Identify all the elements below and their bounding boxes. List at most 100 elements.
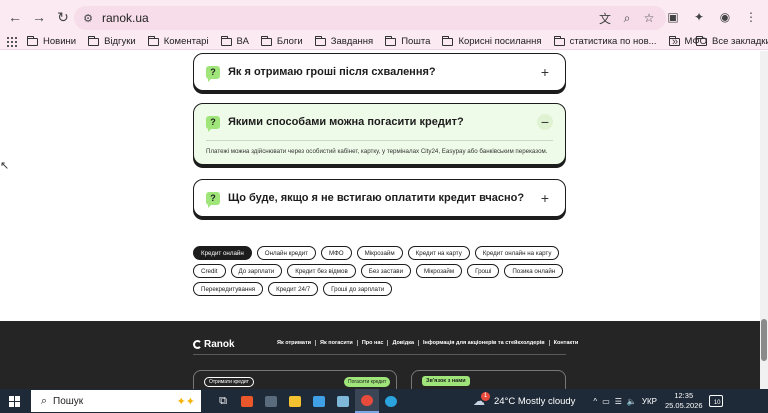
tag-kredyt-onlain-na-kartu[interactable]: Кредит онлайн на карту bbox=[474, 246, 560, 260]
search-highlight-icon: ✦✦ bbox=[176, 395, 195, 408]
forward-arrow-icon[interactable]: → bbox=[28, 6, 50, 28]
tag-kredyt-bez-vidmov[interactable]: Кредит без відмов bbox=[287, 264, 356, 278]
faq-question: Якими способами можна погасити кредит? bbox=[228, 116, 464, 128]
taskbar-search-input[interactable]: ⌕ Пошук ✦✦ bbox=[31, 390, 201, 412]
scrollbar-thumb[interactable] bbox=[761, 319, 767, 361]
zoom-icon[interactable]: ⌕ bbox=[618, 11, 636, 26]
bookmark-item[interactable]: Новини bbox=[27, 35, 76, 47]
browser-toolbar: ← → ↻ ⚙ ranok.ua 文 ⌕ ☆ ▣ ✦ ◉ ⋮ bbox=[0, 0, 768, 34]
reload-icon[interactable]: ↻ bbox=[52, 6, 74, 28]
tag-groshi-do-zarplaty[interactable]: Гроші до зарплати bbox=[323, 282, 393, 296]
repay-credit-button[interactable]: Погасити кредит bbox=[344, 377, 391, 387]
contact-us-badge[interactable]: Зв'язок з нами bbox=[422, 376, 470, 386]
tag-onlain-kredyt[interactable]: Онлайн кредит bbox=[256, 246, 316, 260]
question-bubble-icon: ? bbox=[206, 191, 220, 208]
tag-kredyt-24-7[interactable]: Кредит 24/7 bbox=[268, 282, 319, 296]
tag-do-zarplaty[interactable]: До зарплати bbox=[230, 264, 283, 278]
chrome-app-icon[interactable] bbox=[355, 389, 379, 413]
language-indicator[interactable]: УКР bbox=[642, 397, 657, 406]
footer-link[interactable]: Довідка bbox=[388, 340, 420, 346]
bookmark-item[interactable]: Завдання bbox=[314, 35, 373, 47]
faq-item-open[interactable]: ? Якими способами можна погасити кредит?… bbox=[193, 103, 566, 165]
footer-logo[interactable]: Ranok bbox=[193, 339, 235, 350]
faq-answer: Платежі можна здійснювати через особисти… bbox=[206, 148, 548, 155]
profile-icon[interactable]: ◉ bbox=[714, 6, 736, 28]
expand-plus-icon[interactable]: + bbox=[537, 64, 553, 80]
tag-pozyka-onlain[interactable]: Позика онлайн bbox=[504, 264, 564, 278]
bookmark-item[interactable]: Блоги bbox=[260, 35, 303, 47]
footer-link[interactable]: Як отримати bbox=[273, 340, 317, 346]
faq-item[interactable]: ? Як я отримаю гроші після схвалення? + bbox=[193, 53, 566, 91]
bookmark-item[interactable]: Пошта bbox=[385, 35, 430, 47]
battery-icon[interactable]: ▭ bbox=[602, 397, 610, 406]
file-explorer-icon[interactable] bbox=[283, 389, 307, 413]
tag-perekredytuvannia[interactable]: Перекредитування bbox=[193, 282, 264, 296]
folder-icon bbox=[442, 35, 454, 46]
folder-icon bbox=[553, 35, 565, 46]
bookmark-item[interactable]: Коментарі bbox=[147, 35, 209, 47]
calculator-app-icon[interactable] bbox=[259, 389, 283, 413]
footer-link[interactable]: Інформація для акціонерів та стейкхолдер… bbox=[419, 340, 550, 346]
footer-divider bbox=[193, 354, 566, 355]
more-bookmarks-chevron-icon[interactable]: » bbox=[672, 36, 678, 48]
notifications-icon[interactable]: 10 bbox=[708, 395, 723, 407]
tag-kredyt-na-kartu[interactable]: Кредит на карту bbox=[407, 246, 470, 260]
telegram-app-icon[interactable] bbox=[379, 389, 403, 413]
bookmark-item[interactable]: ВА bbox=[220, 35, 249, 47]
volume-icon[interactable]: 🔈 bbox=[627, 397, 637, 406]
copilot-app-icon[interactable] bbox=[307, 389, 331, 413]
page-scrollbar[interactable] bbox=[760, 51, 768, 389]
site-settings-icon[interactable]: ⚙ bbox=[76, 12, 100, 25]
footer-contact-card: Зв'язок з нами bbox=[411, 370, 566, 389]
all-bookmarks-button[interactable]: Все закладки bbox=[696, 35, 768, 47]
store-app-icon[interactable] bbox=[235, 389, 259, 413]
search-icon: ⌕ bbox=[40, 394, 48, 407]
tag-groshi[interactable]: Гроші bbox=[467, 264, 500, 278]
footer-link[interactable]: Про нас bbox=[358, 340, 389, 346]
tag-mikrozaim[interactable]: Мікрозайм bbox=[356, 246, 403, 260]
apps-grid-icon[interactable] bbox=[7, 36, 17, 47]
system-clock[interactable]: 12:35 25.05.2026 bbox=[665, 391, 703, 411]
tag-mikrozaim-2[interactable]: Мікрозайм bbox=[416, 264, 463, 278]
bookmark-item[interactable]: статистика по нов... bbox=[553, 35, 657, 47]
windows-start-icon[interactable] bbox=[0, 389, 28, 413]
mouse-cursor-icon: ↖ bbox=[0, 160, 10, 172]
extensions-icon[interactable]: ✦ bbox=[688, 6, 710, 28]
system-tray: ^ ▭ ☰ 🔈 УКР bbox=[593, 397, 657, 406]
menu-dots-icon[interactable]: ⋮ bbox=[740, 6, 762, 28]
folder-icon bbox=[88, 35, 100, 46]
folder-icon bbox=[27, 35, 38, 46]
weather-widget[interactable]: ☁ 1 24°C Mostly cloudy bbox=[473, 391, 575, 408]
faq-question: Як я отримаю гроші після схвалення? bbox=[228, 66, 436, 78]
tag-bez-zastavy[interactable]: Без застави bbox=[360, 264, 412, 278]
footer-link[interactable]: Як погасити bbox=[316, 340, 358, 346]
footer-nav: Як отримати Як погасити Про нас Довідка … bbox=[273, 340, 582, 346]
faq-item[interactable]: ? Що буде, якщо я не встигаю оплатити кр… bbox=[193, 179, 566, 217]
tag-credit[interactable]: Credit bbox=[193, 264, 226, 278]
windows-taskbar: ⌕ Пошук ✦✦ ⧉ ☁ 1 24°C Mostly cloudy ^ ▭ … bbox=[0, 389, 768, 413]
task-view-icon[interactable]: ⧉ bbox=[211, 389, 235, 413]
bookmark-item[interactable]: Відгуки bbox=[88, 35, 136, 47]
tag-mfo[interactable]: МФО bbox=[321, 246, 352, 260]
url-text: ranok.ua bbox=[102, 11, 149, 25]
page-content: ↖ ? Як я отримаю гроші після схвалення? … bbox=[0, 51, 768, 389]
translate-icon[interactable]: 文 bbox=[596, 10, 614, 27]
footer-link[interactable]: Контакти bbox=[550, 340, 583, 346]
tag-kredyt-onlain[interactable]: Кредит онлайн bbox=[193, 246, 252, 260]
tray-chevron-icon[interactable]: ^ bbox=[593, 397, 597, 406]
expand-plus-icon[interactable]: + bbox=[537, 190, 553, 206]
address-bar[interactable]: ⚙ ranok.ua 文 ⌕ ☆ bbox=[74, 6, 666, 30]
notes-app-icon[interactable] bbox=[331, 389, 355, 413]
question-bubble-icon: ? bbox=[206, 65, 220, 82]
collapse-minus-icon[interactable]: − bbox=[537, 114, 553, 130]
bookmark-star-icon[interactable]: ☆ bbox=[640, 11, 658, 25]
bookmark-item[interactable]: Корисні посилання bbox=[442, 35, 542, 47]
get-credit-button[interactable]: Отримати кредит bbox=[204, 377, 254, 387]
question-bubble-icon: ? bbox=[206, 115, 220, 132]
back-arrow-icon[interactable]: ← bbox=[4, 6, 26, 28]
folder-icon bbox=[260, 35, 272, 46]
screenshot-icon[interactable]: ▣ bbox=[662, 6, 684, 28]
tag-cloud: Кредит онлайн Онлайн кредит МФО Мікрозай… bbox=[193, 246, 573, 296]
network-icon[interactable]: ☰ bbox=[615, 397, 622, 406]
faq-question: Що буде, якщо я не встигаю оплатити кред… bbox=[228, 192, 525, 204]
